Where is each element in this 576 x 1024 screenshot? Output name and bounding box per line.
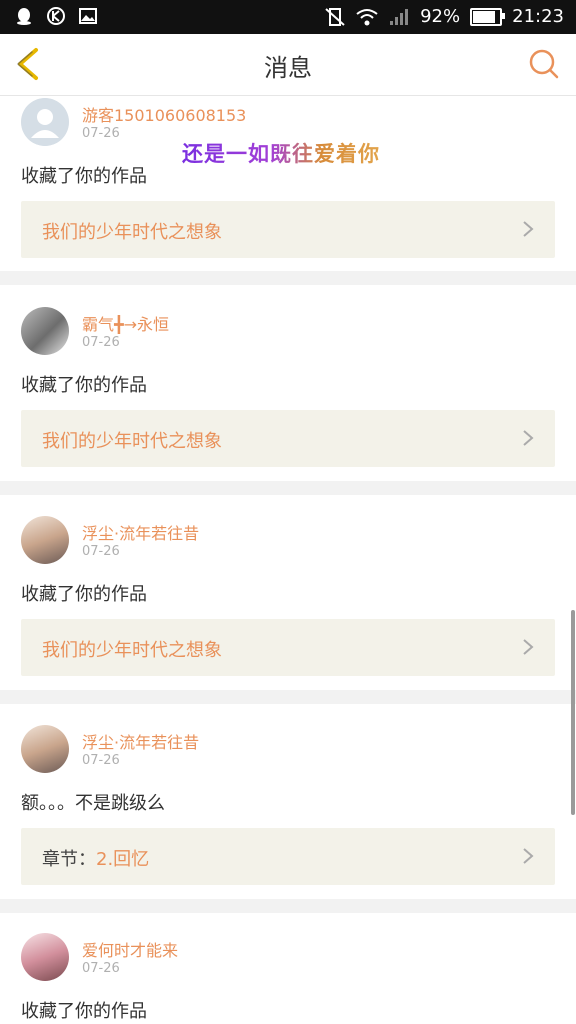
chevron-right-icon [523,430,534,446]
message-text: 收藏了你的作品 [21,375,147,396]
avatar[interactable] [21,307,69,355]
message-card: 爱何时才能来 07-26 收藏了你的作品 [0,913,576,1024]
message-date: 07-26 [82,126,120,141]
message-date: 07-26 [82,753,120,768]
scrollbar[interactable] [571,610,575,815]
chevron-right-icon [523,848,534,864]
vibrate-off-icon [325,7,345,26]
clock: 21:23 [512,6,564,27]
image-icon [79,8,97,24]
username[interactable]: 爱何时才能来 [82,937,178,961]
chevron-right-icon [523,639,534,655]
username[interactable]: 浮尘·流年若往昔 [82,520,199,544]
avatar[interactable] [21,933,69,981]
message-date: 07-26 [82,335,120,350]
chapter-title: 章节：2.回忆 [42,849,150,870]
message-card: 游客1501060608153 07-26 收藏了你的作品 我们的少年时代之想象 [0,96,576,271]
battery-icon [470,7,506,26]
username[interactable]: 游客1501060608153 [82,102,246,126]
work-title: 我们的少年时代之想象 [42,222,222,243]
message-text: 收藏了你的作品 [21,1001,147,1022]
message-card: 浮尘·流年若往昔 07-26 收藏了你的作品 我们的少年时代之想象 [0,495,576,690]
nav-bar: 消息 [0,34,576,96]
work-reference[interactable]: 我们的少年时代之想象 [21,619,555,676]
message-list: 游客1501060608153 07-26 收藏了你的作品 我们的少年时代之想象… [0,96,576,1024]
avatar[interactable] [21,98,69,146]
overlay-caption: 还是一如既往爱着你 [182,138,380,168]
search-icon[interactable] [528,48,560,80]
username[interactable]: 霸气╋→永恒 [82,311,169,335]
battery-percent: 92% [420,6,461,27]
signal-icon [390,8,409,25]
status-bar: 92% 21:23 [0,0,576,34]
k-icon [47,7,65,25]
chapter-reference[interactable]: 章节：2.回忆 [21,828,555,885]
avatar[interactable] [21,725,69,773]
message-date: 07-26 [82,961,120,976]
default-avatar-icon [21,98,69,146]
page-title: 消息 [264,54,312,82]
chevron-right-icon [523,221,534,237]
work-title: 我们的少年时代之想象 [42,431,222,452]
work-title: 我们的少年时代之想象 [42,640,222,661]
message-text: 收藏了你的作品 [21,584,147,605]
wifi-icon [356,8,378,25]
message-card: 霸气╋→永恒 07-26 收藏了你的作品 我们的少年时代之想象 [0,285,576,481]
avatar[interactable] [21,516,69,564]
username[interactable]: 浮尘·流年若往昔 [82,729,199,753]
message-text: 收藏了你的作品 [21,166,147,187]
qq-icon [17,8,31,25]
work-reference[interactable]: 我们的少年时代之想象 [21,410,555,467]
message-date: 07-26 [82,544,120,559]
message-text: 额。。。不是跳级么 [21,793,165,814]
work-reference[interactable]: 我们的少年时代之想象 [21,201,555,258]
message-card: 浮尘·流年若往昔 07-26 额。。。不是跳级么 章节：2.回忆 [0,704,576,899]
